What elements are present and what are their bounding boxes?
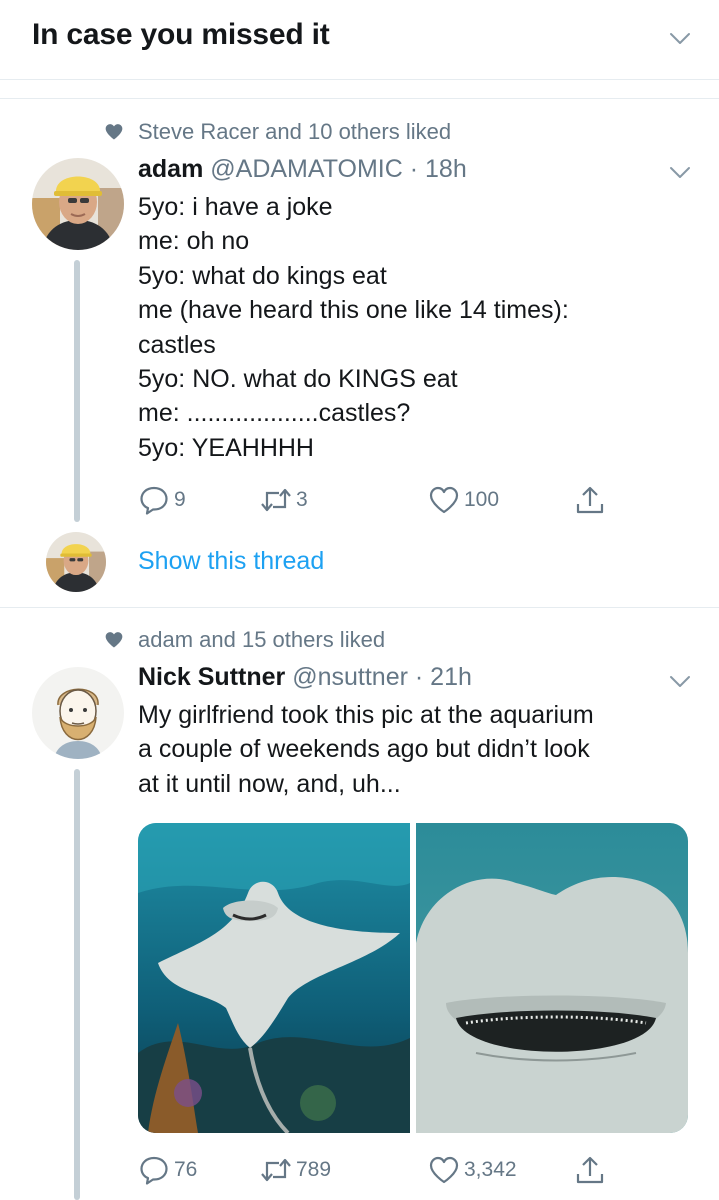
- tweet-header: adam @ADAMATOMIC · 18h: [138, 155, 467, 184]
- avatar[interactable]: [32, 158, 124, 250]
- share-button[interactable]: [574, 480, 610, 520]
- like-count: 100: [464, 488, 500, 511]
- section-title: In case you missed it: [32, 18, 330, 51]
- tweet-line: at it until now, and, uh...: [138, 769, 401, 798]
- user-handle[interactable]: @ADAMATOMIC: [210, 155, 403, 183]
- tweet-actions: 9 3 100: [138, 480, 618, 520]
- like-button[interactable]: 3,342: [428, 1150, 517, 1190]
- tweet-header: Nick Suttner @nsuttner · 21h: [138, 663, 472, 692]
- display-name[interactable]: Nick Suttner: [138, 663, 285, 691]
- tweet-media[interactable]: [138, 823, 688, 1133]
- separator-dot: ·: [414, 663, 424, 691]
- like-button[interactable]: 100: [428, 480, 499, 520]
- social-context: adam and 15 others liked: [138, 627, 386, 652]
- separator-dot: ·: [409, 155, 419, 183]
- timestamp[interactable]: 18h: [425, 155, 467, 183]
- tweet-line: 5yo: NO. what do KINGS eat: [138, 365, 458, 394]
- share-button[interactable]: [574, 1150, 610, 1190]
- retweet-button[interactable]: 789: [260, 1150, 331, 1190]
- retweet-count: 3: [296, 488, 308, 511]
- divider: [0, 98, 719, 99]
- tweet[interactable]: adam and 15 others liked Nick Suttner @n…: [0, 609, 719, 1200]
- chevron-down-icon[interactable]: [668, 669, 692, 693]
- tweet-line: My girlfriend took this pic at the aquar…: [138, 701, 594, 729]
- tweet-line: 5yo: what do kings eat: [138, 261, 387, 290]
- reply-button[interactable]: 9: [138, 480, 186, 520]
- retweet-button[interactable]: 3: [260, 480, 308, 520]
- tweet-line: me (have heard this one like 14 times):: [138, 296, 569, 325]
- tweet-line: me: ...................castles?: [138, 399, 411, 428]
- tweet-line: 5yo: YEAHHHH: [138, 433, 314, 462]
- like-count: 3,342: [464, 1158, 517, 1181]
- reply-button[interactable]: 76: [138, 1150, 197, 1190]
- display-name[interactable]: adam: [138, 155, 203, 183]
- retweet-icon: [261, 488, 291, 512]
- tweet-line: castles: [138, 330, 216, 359]
- retweet-count: 789: [296, 1158, 332, 1181]
- reply-icon: [140, 486, 168, 515]
- like-icon: [429, 1156, 459, 1184]
- thread-line: [74, 260, 80, 522]
- chevron-down-icon[interactable]: [668, 160, 692, 184]
- stingray-photo[interactable]: [138, 823, 410, 1133]
- tweet-line: a couple of weekends ago but didn’t look: [138, 735, 590, 764]
- tweet-actions: 76 789 3,342: [138, 1150, 618, 1190]
- heart-icon: [105, 124, 123, 140]
- timestamp[interactable]: 21h: [430, 663, 472, 691]
- stingray-closeup-photo[interactable]: [416, 823, 688, 1133]
- avatar[interactable]: [32, 667, 124, 759]
- tweet[interactable]: Steve Racer and 10 others liked adam @AD…: [0, 100, 719, 608]
- show-thread-link[interactable]: Show this thread: [138, 547, 324, 576]
- like-icon: [429, 486, 459, 514]
- reply-count: 76: [174, 1158, 198, 1181]
- reply-icon: [140, 1156, 168, 1185]
- thread-avatar[interactable]: [46, 532, 106, 592]
- thread-line: [74, 769, 80, 1200]
- user-handle[interactable]: @nsuttner: [292, 663, 408, 691]
- heart-icon: [105, 632, 123, 648]
- retweet-icon: [261, 1158, 291, 1182]
- social-context: Steve Racer and 10 others liked: [138, 119, 452, 144]
- timeline-header: In case you missed it: [0, 0, 719, 80]
- tweet-line: me: oh no: [138, 227, 250, 256]
- tweet-text: My girlfriend took this pic at the aquar…: [138, 698, 594, 801]
- share-icon: [576, 1156, 604, 1184]
- tweet-text: 5yo: i have a joke me: oh no 5yo: what d…: [138, 190, 569, 465]
- reply-count: 9: [174, 488, 186, 511]
- chevron-down-icon[interactable]: [668, 26, 692, 50]
- tweet-line: 5yo: i have a joke: [138, 193, 333, 221]
- share-icon: [576, 486, 604, 514]
